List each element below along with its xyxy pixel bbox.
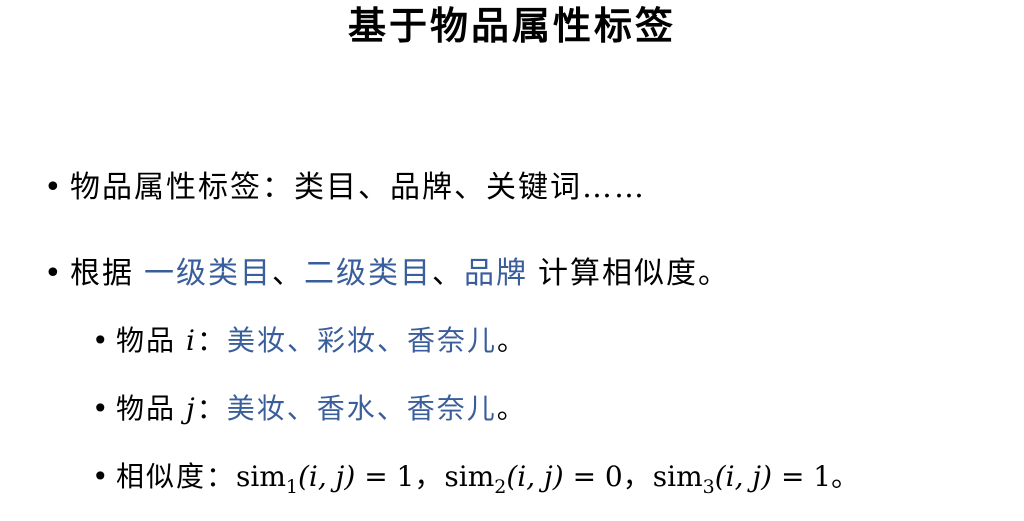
item-tags: 美妆、彩妆、香奈儿 [227, 324, 498, 357]
item-label: 物品 [116, 392, 177, 425]
item-label: 物品 [116, 324, 177, 357]
bullet-attribute-tags: • 物品属性标签：类目、品牌、关键词…… [44, 170, 646, 206]
item-variable: j [186, 392, 197, 425]
similarity-formula-3: sim3(i, j) = 1 [652, 460, 832, 498]
sub-bullet-item-j: • 物品 j ： 美妆、香水、香奈儿 。 [92, 392, 527, 426]
similarity-label: 相似度： [116, 460, 237, 493]
bullet-marker: • [92, 324, 111, 357]
term-second-category: 二级类目 [304, 256, 432, 291]
period: 。 [831, 460, 862, 493]
item-variable: i [186, 324, 197, 357]
term-first-category: 一级类目 [144, 256, 272, 291]
item-tags: 美妆、香水、香奈儿 [226, 392, 497, 425]
separator: ， [622, 460, 653, 493]
separator: 、 [432, 256, 464, 291]
sub-bullet-item-i: • 物品 i ： 美妆、彩妆、香奈儿 。 [92, 324, 527, 358]
period: 。 [496, 392, 527, 425]
bullet-marker: • [92, 460, 111, 493]
similarity-formula-1: sim1(i, j) = 1 [236, 460, 415, 498]
slide-title: 基于物品属性标签 [347, 4, 676, 48]
similarity-formula-2: sim2(i, j) = 0 [444, 460, 623, 498]
bullet-prefix: 根据 [70, 256, 134, 291]
sub-bullet-similarity: • 相似度： sim1(i, j) = 1 ， sim2(i, j) = 0 ，… [92, 460, 862, 498]
bullet-marker: • [44, 170, 64, 205]
term-brand: 品牌 [464, 256, 528, 291]
period: 。 [497, 324, 528, 357]
bullet-text: 物品属性标签：类目、品牌、关键词…… [70, 170, 646, 205]
bullet-marker: • [92, 392, 111, 425]
colon: ： [196, 324, 227, 357]
bullet-marker: • [44, 256, 64, 291]
bullet-similarity-basis: • 根据 一级类目 、 二级类目 、 品牌 计算相似度。 [44, 256, 730, 292]
separator: 、 [272, 256, 304, 291]
bullet-suffix: 计算相似度。 [538, 256, 730, 291]
separator: ， [414, 460, 445, 493]
colon: ： [196, 392, 227, 425]
